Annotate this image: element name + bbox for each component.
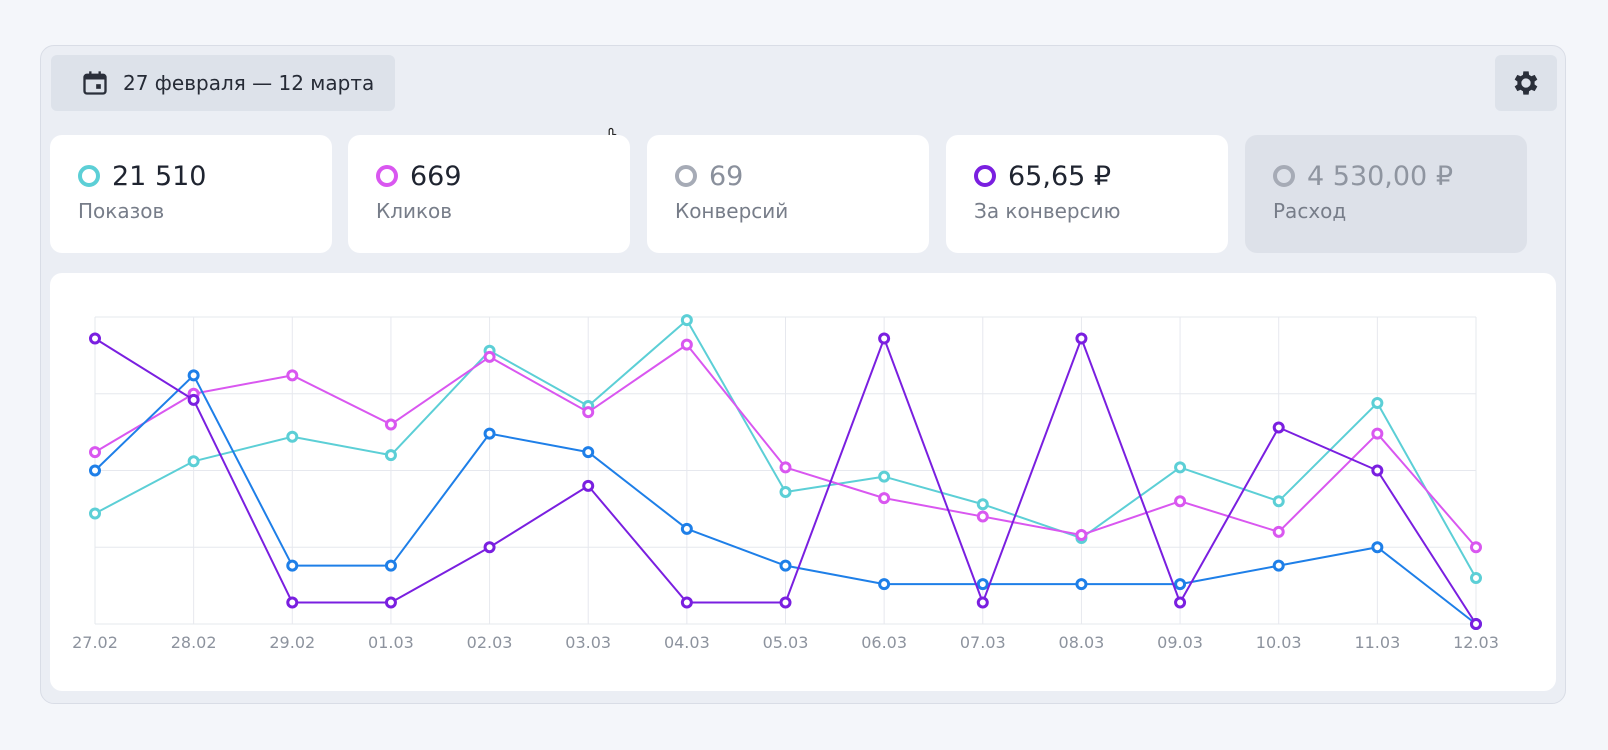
x-tick-label: 05.03 (763, 633, 809, 652)
data-point (286, 369, 299, 382)
line-chart: 27.02 28.02 29.02 01.03 02.03 03.03 04.03 05.03… (72, 314, 1499, 652)
conversions-ring-icon (675, 165, 697, 187)
data-point (779, 559, 792, 572)
data-point (384, 596, 397, 609)
data-point (1174, 578, 1187, 591)
data-point (878, 578, 891, 591)
data-point (483, 541, 496, 554)
data-point (680, 338, 693, 351)
data-point (680, 596, 693, 609)
data-point (89, 464, 101, 477)
x-tick-label: 06.03 (861, 633, 907, 652)
x-tick-label: 03.03 (565, 633, 611, 652)
data-point (1272, 525, 1285, 538)
data-point (582, 446, 595, 459)
metric-label: Конверсий (675, 199, 789, 223)
data-point (1075, 578, 1088, 591)
data-point (89, 507, 101, 520)
metric-label: Расход (1273, 199, 1347, 223)
data-point (1272, 421, 1285, 434)
x-tick-label: 12.03 (1453, 633, 1499, 652)
data-point (1272, 559, 1285, 572)
settings-button[interactable] (1495, 55, 1557, 111)
data-point (878, 470, 891, 483)
x-tick-label: 27.02 (72, 633, 118, 652)
x-tick-label: 01.03 (368, 633, 414, 652)
data-point (1272, 495, 1285, 508)
x-tick-label: 07.03 (960, 633, 1006, 652)
gear-icon (1514, 71, 1538, 95)
data-point (976, 596, 989, 609)
data-point (976, 578, 989, 591)
data-point (187, 393, 200, 406)
date-range-label: 27 февраля — 12 марта (123, 71, 375, 95)
metric-value: 69 (709, 160, 744, 192)
data-point (384, 418, 397, 431)
data-point (582, 479, 595, 492)
chart-container: 27.02 28.02 29.02 01.03 02.03 03.03 04.03 05.03… (50, 273, 1556, 691)
data-point (384, 449, 397, 462)
data-point (976, 510, 989, 523)
metric-card-spend[interactable]: 4 530,00 ₽ Расход (1245, 135, 1527, 253)
metric-value: 65,65 ₽ (1008, 160, 1112, 192)
x-tick-label: 28.02 (171, 633, 217, 652)
metric-value: 4 530,00 ₽ (1307, 160, 1453, 192)
x-tick-label: 10.03 (1256, 633, 1302, 652)
data-point (1075, 332, 1088, 345)
metric-card-cost-per-conversion[interactable]: 65,65 ₽ За конверсию (946, 135, 1228, 253)
data-point (89, 446, 101, 459)
x-tick-label: 04.03 (664, 633, 710, 652)
data-point (680, 522, 693, 535)
data-point (878, 492, 891, 505)
metric-card-conversions[interactable]: 69 Конверсий (647, 135, 929, 253)
data-point (483, 350, 496, 363)
x-tick-label: 09.03 (1157, 633, 1203, 652)
clicks-ring-icon (376, 165, 398, 187)
cost-per-conversion-ring-icon (974, 165, 996, 187)
data-point (1174, 596, 1187, 609)
data-point (1371, 427, 1384, 440)
metric-card-clicks[interactable]: 669 Кликов (348, 135, 630, 253)
data-point (384, 559, 397, 572)
data-point (582, 406, 595, 419)
data-point (779, 485, 792, 498)
data-point (89, 332, 101, 345)
data-point (878, 332, 891, 345)
data-point (779, 461, 792, 474)
date-range-button[interactable]: 27 февраля — 12 марта (51, 55, 395, 111)
metric-value: 21 510 (112, 160, 207, 192)
data-point (187, 369, 200, 382)
x-tick-label: 11.03 (1354, 633, 1400, 652)
data-point (1371, 464, 1384, 477)
metric-value: 669 (410, 160, 462, 192)
data-point (1075, 528, 1088, 541)
statistics-panel: 27 февраля — 12 марта 21 510 Показов 669… (40, 45, 1566, 704)
x-tick-label: 29.02 (269, 633, 315, 652)
data-point (1174, 461, 1187, 474)
data-point (680, 314, 693, 327)
impressions-ring-icon (78, 165, 100, 187)
data-point (286, 559, 299, 572)
data-point (187, 455, 200, 468)
spend-ring-icon (1273, 165, 1295, 187)
data-point (1470, 618, 1482, 630)
data-point (1371, 541, 1384, 554)
data-point (1470, 541, 1482, 554)
x-axis-labels: 27.02 28.02 29.02 01.03 02.03 03.03 04.03 05.03… (72, 633, 1499, 652)
data-point (286, 430, 299, 443)
data-point (286, 596, 299, 609)
data-point (976, 498, 989, 511)
data-point (1470, 571, 1482, 584)
metric-label: Кликов (376, 199, 453, 223)
data-point (779, 596, 792, 609)
x-tick-label: 02.03 (467, 633, 513, 652)
data-point (1371, 396, 1384, 409)
metric-label: За конверсию (974, 199, 1121, 223)
data-point (1174, 495, 1187, 508)
x-tick-label: 08.03 (1059, 633, 1105, 652)
metric-card-impressions[interactable]: 21 510 Показов (50, 135, 332, 253)
calendar-icon (83, 71, 107, 95)
data-point (483, 427, 496, 440)
metric-label: Показов (78, 199, 165, 223)
